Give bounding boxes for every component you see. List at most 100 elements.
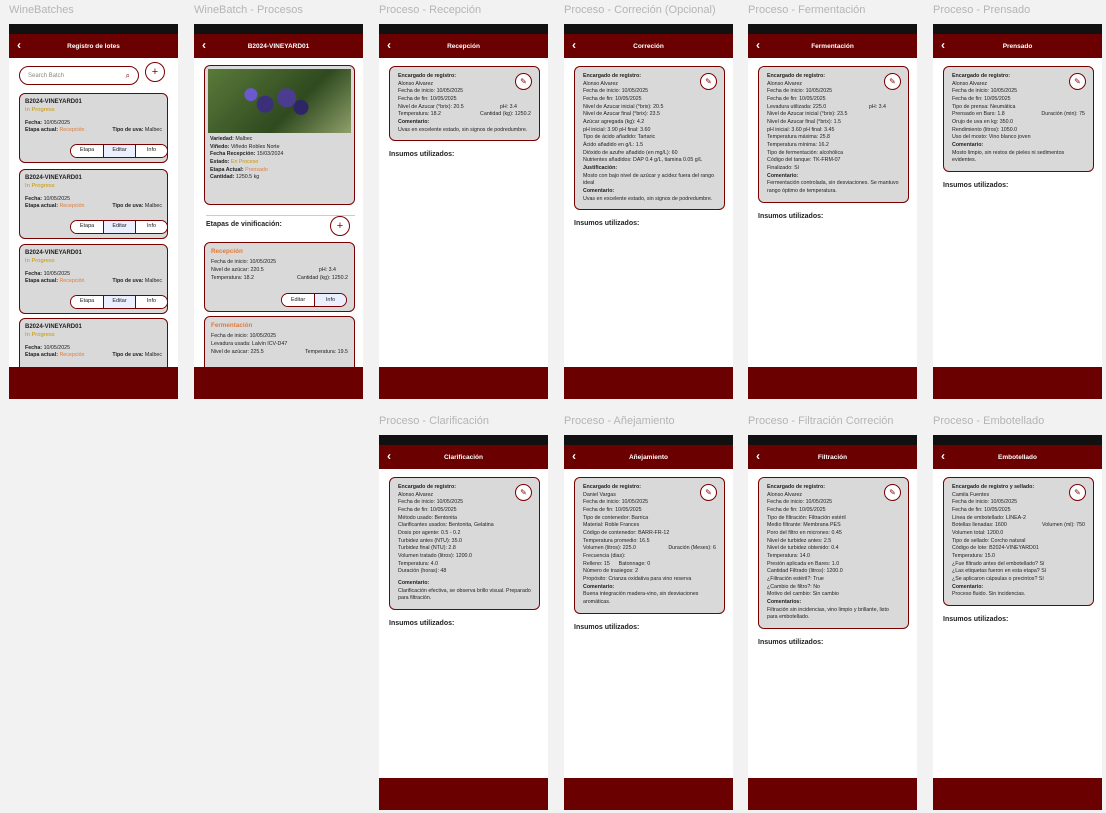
top-app-bar: ‹ Embotellado: [933, 445, 1102, 469]
comentario-text: Uvas en excelente estado, sin signos de …: [398, 126, 528, 133]
back-arrow-icon[interactable]: ‹: [756, 449, 760, 463]
detail-card: ✎ Encargado de registro: Alonso Alvarez …: [389, 477, 540, 611]
editar-button[interactable]: Editar: [103, 221, 135, 233]
pencil-icon[interactable]: ✎: [1069, 73, 1086, 90]
bottom-bar: [564, 367, 733, 399]
insumos-title: Insumos utilizados:: [943, 182, 1009, 190]
batch-name: B2024-VINEYARD01: [25, 250, 82, 256]
batch-card[interactable]: B2024-VINEYARD01 In Progress Fecha: 10/0…: [19, 169, 168, 239]
pencil-icon[interactable]: ✎: [700, 484, 717, 501]
pencil-icon[interactable]: ✎: [884, 73, 901, 90]
bottom-bar: [564, 778, 733, 810]
detail-line: Encargado de registro:: [583, 73, 641, 79]
detail-line: Nivel de Azucar inicial (°brix): 23.5: [767, 111, 848, 118]
batch-card[interactable]: B2024-VINEYARD01 In Progress Fecha: 10/0…: [19, 93, 168, 163]
detail-line: Fecha de inicio: 10/05/2025: [583, 88, 649, 95]
detail-line: Propósito: Crianza oxidativa para vino r…: [583, 576, 692, 583]
detail-line: Nutrientes añadidos: DAP 0.4 g/L, tiamin…: [583, 157, 703, 164]
frame-label: WineBatch - Procesos: [194, 4, 303, 16]
editar-button[interactable]: Editar: [103, 145, 135, 157]
screen-fermentacion: ‹ Fermentación ✎ Encargado de registro: …: [748, 24, 917, 399]
back-arrow-icon[interactable]: ‹: [202, 38, 206, 52]
detail-line: Temperatura: 15.0: [952, 553, 995, 560]
add-batch-button[interactable]: +: [145, 62, 165, 82]
detail-line: Tipo de sellado: Corcho natural: [952, 537, 1026, 544]
back-arrow-icon[interactable]: ‹: [572, 38, 576, 52]
uva-value: Malbec: [144, 351, 162, 358]
detail-line: Nivel de turbidez obtenido: 0.4: [767, 545, 839, 552]
detail-line: Daniel Vargas: [583, 491, 616, 498]
search-icon: ⌕: [125, 70, 130, 80]
batch-actions: Etapa Editar Info: [70, 295, 168, 309]
bottom-bar: [933, 367, 1102, 399]
detail-line: ¿Las etiquetas fueron en esta etapa? Sí: [952, 568, 1047, 575]
screen-prensado: ‹ Prensado ✎ Encargado de registro: Alon…: [933, 24, 1102, 399]
comentario-text: Mosto limpio, sin restos de pieles ni se…: [952, 149, 1065, 164]
status-bar: [748, 24, 917, 34]
pencil-icon[interactable]: ✎: [700, 73, 717, 90]
pencil-icon[interactable]: ✎: [515, 73, 532, 90]
detail-line: pH: 3.4: [499, 103, 517, 110]
status-bar: [564, 24, 733, 34]
status-bar: [9, 24, 178, 34]
detail-line: Alonso Alvarez: [767, 80, 803, 87]
detail-card: ✎ Encargado de registro: Alonso Alvarez …: [574, 66, 725, 211]
comentario-text: Filtración sin incidencias, vino limpio …: [767, 606, 889, 621]
top-app-bar: ‹ Registro de lotes: [9, 34, 178, 58]
pencil-icon[interactable]: ✎: [884, 484, 901, 501]
frame-label: WineBatches: [9, 4, 74, 16]
comentario-label: Comentarios:: [767, 599, 802, 606]
fecha-value: 10/05/2025: [43, 344, 71, 351]
detail-line: Temperatura mínima: 16.2: [767, 142, 829, 149]
detail-line: Nivel de turbidez antes: 2.5: [767, 537, 832, 544]
page-title: Filtración: [817, 453, 848, 461]
detail-line: ¿Cambio de filtro?: No: [767, 583, 820, 590]
back-arrow-icon[interactable]: ‹: [941, 38, 945, 52]
back-arrow-icon[interactable]: ‹: [387, 38, 391, 52]
cantidad-value: 1250.5 kg: [235, 174, 260, 181]
back-arrow-icon[interactable]: ‹: [17, 38, 21, 52]
batch-card[interactable]: B2024-VINEYARD01 In Progress Fecha: 10/0…: [19, 244, 168, 314]
fecha-value: 10/05/2025: [43, 270, 71, 277]
page-title: Prensado: [1002, 42, 1033, 50]
fecha-value: 10/05/2025: [43, 119, 71, 126]
insumos-title: Insumos utilizados:: [758, 212, 824, 220]
etapa-button[interactable]: Etapa: [71, 221, 103, 233]
search-input[interactable]: Search Batch ⌕: [19, 66, 139, 85]
detail-line: Tipo de fermentación: alcohólica: [767, 149, 844, 156]
back-arrow-icon[interactable]: ‹: [572, 449, 576, 463]
editar-button[interactable]: Editar: [282, 294, 314, 306]
back-arrow-icon[interactable]: ‹: [756, 38, 760, 52]
pencil-icon[interactable]: ✎: [1069, 484, 1086, 501]
etapa-card-recepcion[interactable]: Recepción Fecha de inicio: 10/05/2025 Ni…: [204, 242, 355, 312]
recepcion-label: Fecha Recepción:: [210, 151, 256, 158]
detail-line: pH inicial: 3.60 pH final: 3.45: [767, 126, 835, 133]
estado-label: Estado:: [210, 159, 230, 166]
detail-line: Fecha de inicio: 10/05/2025: [952, 88, 1018, 95]
uva-label: Tipo de uva:: [112, 351, 144, 358]
back-arrow-icon[interactable]: ‹: [387, 449, 391, 463]
etapa-button[interactable]: Etapa: [71, 145, 103, 157]
detail-line: ¿Se aplicaron cápsulas o precintos? Sí: [952, 576, 1044, 583]
pencil-icon[interactable]: ✎: [515, 484, 532, 501]
comentario-label: Comentario:: [398, 119, 430, 126]
info-button[interactable]: Info: [135, 296, 167, 308]
info-button[interactable]: Info: [314, 294, 346, 306]
back-arrow-icon[interactable]: ‹: [941, 449, 945, 463]
top-app-bar: ‹ Filtración: [748, 445, 917, 469]
detail-line: Clarificantes usados: Bentonita, Gelatin…: [398, 522, 494, 529]
detail-line: Presión aplicada en Bares: 1.0: [767, 560, 840, 567]
detail-line: Cantidad (kg): 1250.2: [480, 111, 531, 118]
editar-button[interactable]: Editar: [103, 296, 135, 308]
etapa-button[interactable]: Etapa: [71, 296, 103, 308]
uva-label: Tipo de uva:: [112, 126, 144, 133]
detail-line: Volumen total: 1200.0: [952, 530, 1004, 537]
insumos-title: Insumos utilizados:: [574, 220, 640, 228]
screen-correcion: ‹ Correción ✎ Encargado de registro: Alo…: [564, 24, 733, 399]
info-button[interactable]: Info: [135, 145, 167, 157]
info-button[interactable]: Info: [135, 221, 167, 233]
detail-line: ¿Fue filtrado antes del embotellado? Sí: [952, 560, 1045, 567]
vinedo-value: Viñedo Robles Norte: [230, 143, 280, 150]
add-etapa-button[interactable]: +: [330, 216, 350, 236]
detail-line: Encargado de registro:: [398, 73, 456, 79]
